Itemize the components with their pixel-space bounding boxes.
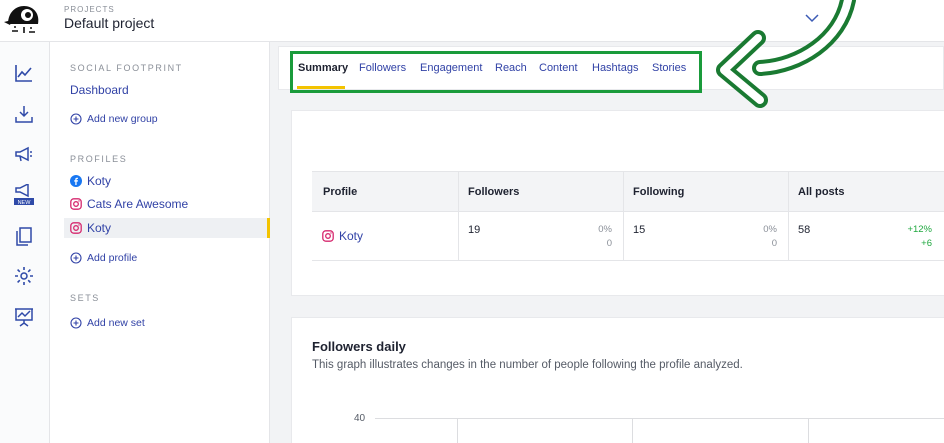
followers-daily-card [291, 317, 944, 443]
app-root: PROJECTS Default project NEW SOCIAL FOOT… [0, 0, 944, 443]
sidebar: SOCIAL FOOTPRINT Dashboard Add new group… [50, 42, 270, 443]
add-profile-label: Add profile [87, 252, 138, 264]
icon-rail: NEW [0, 42, 50, 443]
megaphone-icon[interactable] [13, 143, 35, 165]
projects-label: PROJECTS [64, 5, 115, 14]
following-change-pct: 0% [763, 224, 777, 235]
sidebar-profile-label: Koty [87, 221, 112, 235]
column-divider [623, 171, 624, 260]
profiles-title: PROFILES [70, 154, 128, 164]
column-header-following[interactable]: Following [633, 186, 684, 198]
followers-change-delta: 0 [606, 238, 612, 249]
followers-value: 19 [468, 224, 481, 236]
column-header-followers[interactable]: Followers [468, 186, 519, 198]
sidebar-profile-label: Cats Are Awesome [87, 197, 189, 211]
chart-vertical-gridline [632, 418, 633, 443]
project-selector[interactable]: Default project [64, 15, 154, 31]
instagram-icon [70, 198, 82, 210]
dashboard-link[interactable]: Dashboard [70, 83, 129, 97]
y-axis-tick-label: 40 [354, 413, 366, 424]
table-header: Profile Followers Following All posts [312, 171, 944, 212]
add-new-group-button[interactable]: Add new group [70, 113, 158, 125]
sidebar-profile-koty-instagram[interactable]: Koty [64, 218, 270, 238]
plus-circle-icon [70, 252, 82, 264]
column-divider [458, 171, 459, 260]
sidebar-profile-label: Koty [87, 174, 112, 188]
copy-icon[interactable] [13, 225, 35, 247]
annotation-arrow-icon [716, 0, 856, 108]
column-header-all-posts[interactable]: All posts [798, 186, 844, 198]
plus-circle-icon [70, 317, 82, 329]
active-indicator [267, 218, 270, 238]
profile-name: Koty [339, 229, 364, 243]
column-header-profile[interactable]: Profile [323, 186, 357, 198]
social-footprint-title: SOCIAL FOOTPRINT [70, 63, 183, 73]
all-posts-change-delta: +6 [921, 238, 932, 249]
sidebar-profile-cats-are-awesome[interactable]: Cats Are Awesome [64, 194, 270, 214]
following-value: 15 [633, 224, 646, 236]
chart-line-icon[interactable] [13, 62, 35, 84]
download-icon[interactable] [13, 103, 35, 125]
followers-change-pct: 0% [598, 224, 612, 235]
plus-circle-icon [70, 113, 82, 125]
followers-daily-description: This graph illustrates changes in the nu… [312, 359, 743, 371]
facebook-icon [70, 175, 82, 187]
column-divider [788, 171, 789, 260]
sidebar-profile-koty-facebook[interactable]: Koty [64, 171, 270, 191]
gear-icon[interactable] [13, 265, 35, 287]
new-badge: NEW [18, 200, 32, 206]
megaphone-new-icon[interactable]: NEW [13, 184, 35, 206]
app-logo-icon[interactable] [2, 2, 44, 38]
all-posts-change-pct: +12% [907, 224, 932, 235]
add-new-set-button[interactable]: Add new set [70, 317, 145, 329]
chart-vertical-gridline [808, 418, 809, 443]
add-new-set-label: Add new set [87, 317, 145, 329]
presentation-icon[interactable] [13, 306, 35, 328]
tabs-highlight-box [290, 51, 702, 93]
row-divider [312, 260, 944, 261]
chart-gridline [375, 418, 944, 419]
all-posts-value: 58 [798, 224, 811, 236]
following-change-delta: 0 [771, 238, 777, 249]
table-row-profile-link[interactable]: Koty [322, 229, 363, 243]
add-profile-button[interactable]: Add profile [70, 252, 137, 264]
sets-title: SETS [70, 293, 100, 303]
instagram-icon [70, 222, 82, 234]
followers-daily-title: Followers daily [312, 339, 406, 354]
add-new-group-label: Add new group [87, 113, 158, 125]
chart-vertical-gridline [457, 418, 458, 443]
instagram-icon [322, 230, 334, 242]
